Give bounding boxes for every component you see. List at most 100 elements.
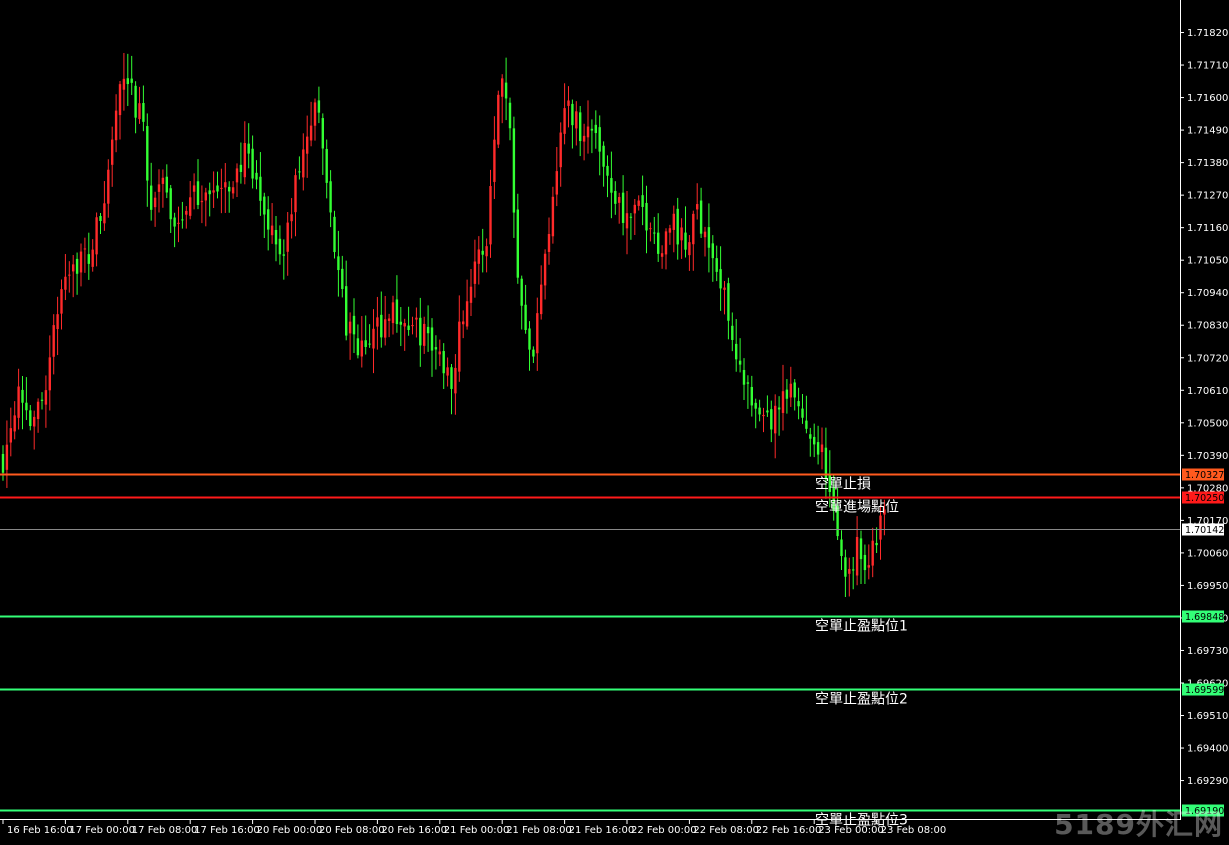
candle-body (391, 302, 395, 324)
candle-body (571, 103, 574, 126)
candle-body (267, 209, 270, 230)
candle-body (33, 416, 36, 427)
candle-body (150, 185, 153, 210)
candle-body (540, 284, 543, 315)
x-tick-label: 20 Feb 16:00 (381, 825, 447, 836)
candle-body (633, 204, 636, 214)
candle-body (579, 112, 582, 142)
candle-body (469, 286, 473, 303)
y-tick-label: 1.70060 (1187, 548, 1228, 559)
candle-body (9, 428, 12, 443)
candle-body (384, 319, 387, 338)
candle-body (489, 186, 492, 245)
candle-body (426, 326, 430, 334)
candle-body (575, 111, 578, 129)
candle-body (48, 357, 51, 391)
level-price-tag-text: 1.70250 (1185, 493, 1224, 504)
candle-body (512, 128, 516, 213)
candle-body (879, 515, 882, 540)
candle-body (161, 177, 165, 184)
candle-body (586, 126, 590, 138)
candle-body (415, 317, 418, 320)
candle-body (231, 187, 235, 194)
candle-body (735, 343, 738, 360)
y-tick-label: 1.69400 (1187, 744, 1228, 755)
candle-body (368, 343, 371, 345)
candle-body (715, 258, 718, 272)
candle-body (520, 278, 523, 306)
candle-body (629, 216, 633, 218)
candle-body (196, 181, 200, 205)
candle-body (618, 197, 621, 203)
candle-body (114, 110, 118, 141)
candle-body (692, 213, 695, 245)
candle-body (852, 569, 855, 571)
y-tick-label: 1.69290 (1187, 776, 1228, 787)
candle-body (251, 148, 254, 179)
candle-body (750, 386, 753, 406)
candle-body (664, 231, 668, 255)
candle-body (52, 325, 55, 357)
candle-body (723, 287, 726, 290)
candle-body (255, 172, 258, 180)
candle-body (395, 299, 399, 325)
candle-body (672, 213, 675, 230)
candle-body (235, 168, 239, 183)
y-tick-label: 1.71160 (1187, 223, 1228, 234)
candle-body (189, 197, 192, 216)
candle-body (337, 256, 340, 271)
y-tick-label: 1.70940 (1187, 288, 1228, 299)
x-tick-label: 23 Feb 00:00 (818, 825, 884, 836)
candle-body (111, 139, 114, 165)
candle-body (820, 444, 824, 453)
candle-body (781, 391, 785, 413)
level-label: 空單止盈點位1 (815, 619, 908, 635)
y-tick-label: 1.70720 (1187, 353, 1228, 364)
candle-body (192, 185, 196, 192)
chart-background (0, 0, 1229, 845)
candle-body (625, 213, 629, 229)
candle-body (567, 100, 570, 106)
candle-body (481, 250, 484, 255)
candle-body (411, 325, 414, 327)
candle-body (594, 124, 597, 134)
watermark: 5189外汇网 (1054, 808, 1223, 841)
candle-body (107, 169, 110, 204)
candle-body (680, 227, 683, 241)
candle-body (329, 181, 332, 213)
candle-body (696, 204, 699, 210)
candle-body (173, 217, 176, 227)
candle-body (762, 414, 765, 417)
candle-body (407, 325, 410, 331)
candle-body (699, 200, 703, 234)
candle-body (40, 399, 44, 401)
candle-body (473, 261, 477, 284)
candle-body (442, 351, 445, 374)
y-tick-label: 1.69730 (1187, 646, 1228, 657)
candle-body (789, 383, 792, 398)
candle-body (649, 228, 652, 230)
candle-body (614, 190, 617, 204)
candle-body (13, 415, 16, 432)
candle-body (243, 143, 246, 178)
candle-body (364, 340, 367, 347)
candle-body (731, 325, 734, 340)
candle-body (138, 103, 141, 120)
candle-body (317, 100, 321, 113)
x-tick-label: 21 Feb 08:00 (506, 825, 572, 836)
candle-body (348, 321, 352, 334)
candle-body (485, 246, 488, 257)
x-tick-label: 17 Feb 16:00 (194, 825, 260, 836)
candle-body (36, 401, 40, 420)
candle-body (220, 187, 223, 189)
candle-body (239, 164, 243, 172)
candle-body (793, 382, 796, 398)
x-tick-label: 17 Feb 00:00 (69, 825, 135, 836)
candle-body (356, 338, 360, 356)
candle-body (848, 569, 851, 574)
candle-body (91, 249, 94, 267)
candle-body (44, 390, 48, 405)
candle-body (103, 203, 106, 224)
candle-body (134, 85, 137, 118)
candle-body (536, 313, 539, 354)
